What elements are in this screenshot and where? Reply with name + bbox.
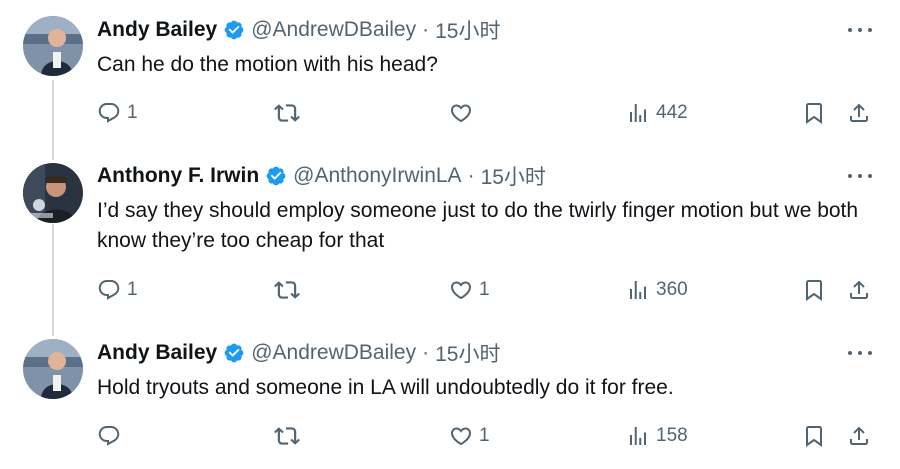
action-bar: 1 442	[0, 98, 900, 128]
reply-count: 1	[127, 102, 138, 123]
share-button[interactable]	[847, 421, 871, 451]
retweet-button[interactable]	[274, 421, 306, 451]
views-button[interactable]: 442	[626, 98, 688, 128]
action-bar: 1 1 360	[0, 275, 900, 305]
views-icon	[626, 278, 650, 302]
separator-dot: ·	[467, 164, 475, 187]
timestamp[interactable]: 15小时	[435, 15, 500, 45]
views-button[interactable]: 158	[626, 421, 688, 451]
tweet-text: Can he do the motion with his head?	[97, 53, 438, 76]
tweet-text: I’d say they should employ someone just …	[97, 199, 859, 252]
share-icon	[847, 278, 871, 302]
bookmark-icon	[802, 424, 826, 448]
bookmark-icon	[802, 278, 826, 302]
share-button[interactable]	[847, 275, 871, 305]
verified-icon	[223, 342, 245, 364]
bookmark-button[interactable]	[802, 98, 826, 128]
views-button[interactable]: 360	[626, 275, 688, 305]
timestamp[interactable]: 15小时	[435, 338, 500, 368]
author-handle[interactable]: @AndrewDBailey	[251, 341, 416, 365]
separator-dot: ·	[422, 18, 430, 41]
retweet-icon	[274, 423, 300, 449]
timestamp[interactable]: 15小时	[481, 161, 546, 191]
verified-icon	[265, 165, 287, 187]
avatar[interactable]	[23, 163, 83, 223]
like-icon	[449, 424, 473, 448]
avatar[interactable]	[23, 339, 83, 399]
author-name[interactable]: Anthony F. Irwin	[97, 164, 259, 188]
like-icon	[449, 101, 473, 125]
more-icon[interactable]	[848, 26, 872, 34]
verified-icon	[223, 19, 245, 41]
tweet[interactable]: Andy Bailey @AndrewDBailey · 15小时 Can he…	[0, 0, 900, 150]
reply-button[interactable]: 1	[97, 275, 138, 305]
views-count: 360	[656, 279, 688, 300]
retweet-button[interactable]	[274, 98, 306, 128]
reply-icon	[97, 424, 121, 448]
reply-button[interactable]	[97, 421, 127, 451]
bookmark-icon	[802, 101, 826, 125]
retweet-button[interactable]	[274, 275, 306, 305]
bookmark-button[interactable]	[802, 421, 826, 451]
author-name[interactable]: Andy Bailey	[97, 341, 217, 365]
reply-icon	[97, 101, 121, 125]
author-name[interactable]: Andy Bailey	[97, 18, 217, 42]
retweet-icon	[274, 100, 300, 126]
views-icon	[626, 101, 650, 125]
more-icon[interactable]	[848, 172, 872, 180]
views-count: 442	[656, 102, 688, 123]
tweet[interactable]: Anthony F. Irwin @AnthonyIrwinLA · 15小时 …	[0, 146, 900, 326]
share-icon	[847, 101, 871, 125]
views-icon	[626, 424, 650, 448]
author-handle[interactable]: @AnthonyIrwinLA	[293, 164, 461, 188]
reply-button[interactable]: 1	[97, 98, 138, 128]
bookmark-button[interactable]	[802, 275, 826, 305]
tweet-text: Hold tryouts and someone in LA will undo…	[97, 376, 674, 399]
retweet-icon	[274, 277, 300, 303]
views-count: 158	[656, 425, 688, 446]
tweet[interactable]: Andy Bailey @AndrewDBailey · 15小时 Hold t…	[0, 323, 900, 469]
like-button[interactable]: 1	[449, 421, 490, 451]
like-icon	[449, 278, 473, 302]
share-icon	[847, 424, 871, 448]
like-count: 1	[479, 279, 490, 300]
action-bar: 1 158	[0, 421, 900, 451]
author-handle[interactable]: @AndrewDBailey	[251, 18, 416, 42]
like-button[interactable]: 1	[449, 275, 490, 305]
separator-dot: ·	[422, 341, 430, 364]
reply-count: 1	[127, 279, 138, 300]
share-button[interactable]	[847, 98, 871, 128]
like-count: 1	[479, 425, 490, 446]
more-icon[interactable]	[848, 349, 872, 357]
like-button[interactable]	[449, 98, 479, 128]
avatar[interactable]	[23, 16, 83, 76]
reply-icon	[97, 278, 121, 302]
